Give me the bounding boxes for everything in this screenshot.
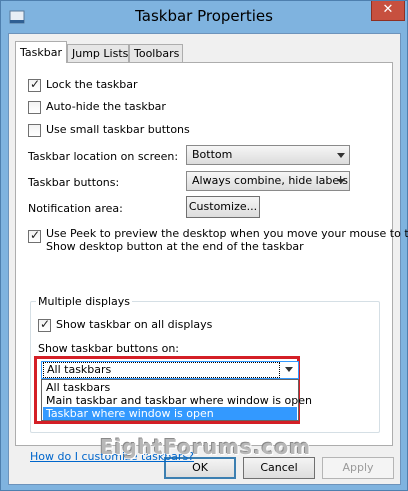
peek-checkbox[interactable]	[28, 228, 41, 243]
show-all-displays-label[interactable]: Show taskbar on all displays	[56, 318, 212, 331]
taskbar-location-label: Taskbar location on screen:	[28, 150, 179, 163]
show-buttons-on-label: Show taskbar buttons on:	[38, 342, 179, 355]
watermark-text: EightForums.com	[99, 435, 312, 459]
taskbar-location-value: Bottom	[192, 148, 233, 161]
close-button[interactable]: ✕	[371, 1, 405, 21]
taskbar-properties-window: Taskbar Properties ✕ Taskbar Jump Lists …	[0, 0, 408, 491]
customize-button[interactable]: Customize...	[186, 196, 260, 218]
auto-hide-checkbox[interactable]	[28, 101, 41, 114]
tab-jump-lists[interactable]: Jump Lists	[67, 44, 129, 62]
show-all-displays-checkbox[interactable]	[38, 317, 51, 332]
tab-toolbars[interactable]: Toolbars	[129, 44, 183, 62]
window-title: Taskbar Properties	[135, 7, 273, 25]
small-buttons-checkbox[interactable]	[28, 124, 41, 137]
dialog-client-area: Taskbar Jump Lists Toolbars Lock the tas…	[8, 33, 408, 485]
taskbar-location-select[interactable]: Bottom	[186, 145, 350, 165]
show-buttons-on-dropdown-list: All taskbars Main taskbar and taskbar wh…	[41, 379, 312, 421]
chevron-down-icon	[337, 153, 345, 158]
show-buttons-on-select[interactable]: All taskbars	[41, 361, 299, 379]
dropdown-option-window-taskbar[interactable]: Taskbar where window is open	[43, 407, 297, 420]
taskbar-tab-panel: Lock the taskbar Auto-hide the taskbar U…	[15, 62, 408, 463]
cancel-button[interactable]: Cancel	[243, 457, 315, 479]
chevron-down-icon	[285, 367, 293, 372]
title-bar[interactable]: Taskbar Properties ✕	[1, 1, 407, 33]
auto-hide-label[interactable]: Auto-hide the taskbar	[46, 100, 166, 113]
tab-taskbar[interactable]: Taskbar	[15, 41, 67, 63]
lock-taskbar-checkbox[interactable]	[28, 77, 41, 92]
dropdown-option-all-taskbars[interactable]: All taskbars	[43, 381, 297, 394]
multiple-displays-group-label: Multiple displays	[36, 295, 132, 308]
taskbar-buttons-label: Taskbar buttons:	[28, 176, 120, 189]
small-buttons-label[interactable]: Use small taskbar buttons	[46, 123, 190, 136]
lock-taskbar-label[interactable]: Lock the taskbar	[46, 78, 138, 91]
apply-button[interactable]: Apply	[322, 457, 394, 479]
show-buttons-on-value: All taskbars	[43, 362, 280, 378]
peek-label-line2[interactable]: Show desktop button at the end of the ta…	[46, 240, 304, 253]
notification-area-label: Notification area:	[28, 202, 123, 215]
taskbar-buttons-select[interactable]: Always combine, hide labels	[186, 171, 350, 191]
dropdown-option-main-and-window-taskbar[interactable]: Main taskbar and taskbar where window is…	[43, 394, 312, 407]
peek-label-line1[interactable]: Use Peek to preview the desktop when you…	[46, 227, 408, 240]
taskbar-buttons-value: Always combine, hide labels	[192, 174, 348, 187]
chevron-down-icon	[337, 179, 345, 184]
